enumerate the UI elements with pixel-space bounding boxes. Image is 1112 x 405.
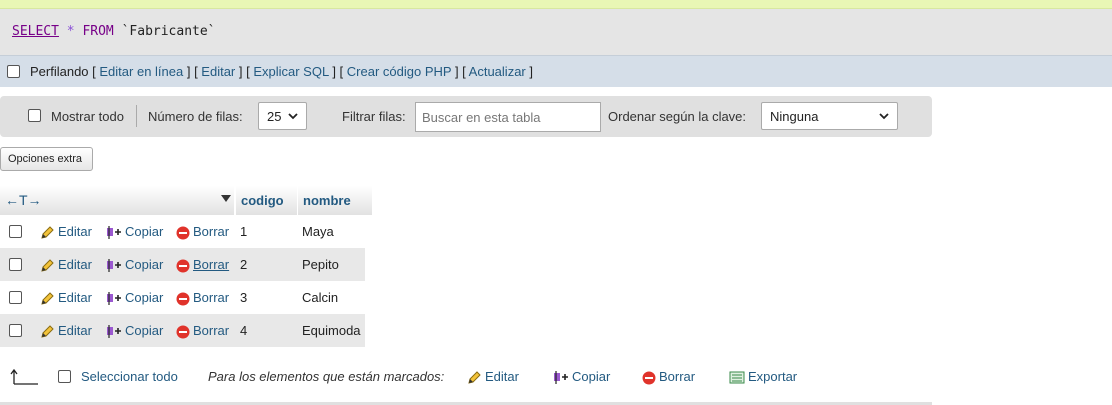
cell-nombre: Maya — [302, 224, 334, 239]
cell-nombre: Calcin — [302, 290, 339, 305]
bulk-copy-button[interactable]: Copiar — [553, 369, 610, 385]
sql-select-keyword[interactable]: SELECT — [12, 24, 59, 39]
cell-codigo: 4 — [240, 323, 248, 338]
with-selected-label: Para los elementos que están marcados: — [208, 369, 445, 384]
copy-icon — [107, 292, 121, 306]
link-explain-sql[interactable]: Explicar SQL — [253, 64, 328, 79]
show-all-label: Mostrar todo — [51, 109, 124, 124]
column-header-nombre[interactable]: nombre — [297, 186, 372, 215]
sql-query: SELECT * FROM `Fabricante` — [12, 24, 216, 39]
show-all-checkbox[interactable] — [28, 109, 41, 122]
column-arrows-icon[interactable]: ←T→ — [5, 192, 42, 208]
arrow-up-icon — [10, 368, 38, 385]
row-delete-link[interactable]: Borrar — [176, 257, 229, 273]
cell-nombre: Equimoda — [302, 323, 361, 338]
copy-icon — [107, 325, 121, 339]
select-all-checkbox[interactable] — [58, 370, 71, 383]
row-checkbox[interactable] — [9, 324, 22, 337]
pencil-icon — [41, 226, 54, 239]
row-edit-link[interactable]: Editar — [40, 257, 92, 273]
profiling-bar: Perfilando [ Editar en línea ] [ Editar … — [0, 55, 1112, 87]
row-checkbox[interactable] — [9, 258, 22, 271]
rows-label: Número de filas: — [148, 109, 243, 124]
link-edit[interactable]: Editar — [201, 64, 235, 79]
pencil-icon — [41, 325, 54, 338]
bulk-delete-button[interactable]: Borrar — [642, 369, 695, 385]
row-checkbox[interactable] — [9, 225, 22, 238]
link-create-php[interactable]: Crear código PHP — [347, 64, 452, 79]
copy-icon — [554, 371, 568, 385]
filter-label: Filtrar filas: — [342, 109, 406, 124]
extra-options-button[interactable]: Opciones extra — [0, 147, 93, 171]
row-edit-link[interactable]: Editar — [40, 290, 92, 306]
row-delete-link[interactable]: Borrar — [176, 290, 229, 306]
navigation-panel: Mostrar todo Número de filas: 25 Filtrar… — [0, 96, 932, 137]
copy-icon — [107, 226, 121, 240]
profiling-checkbox[interactable] — [7, 65, 20, 78]
delete-icon — [642, 371, 656, 385]
rows-select[interactable]: 25 — [258, 102, 307, 130]
bulk-edit-button[interactable]: Editar — [467, 369, 519, 385]
sort-select-value: Ninguna — [770, 109, 819, 124]
row-copy-link[interactable]: Copiar — [106, 290, 163, 306]
header-actions-cell: ←T→ — [0, 186, 234, 215]
delete-icon — [176, 292, 190, 306]
bulk-export-button[interactable]: Exportar — [729, 369, 797, 385]
delete-icon — [176, 259, 190, 273]
sort-dropdown-icon[interactable] — [221, 195, 231, 202]
table-row: Editar Copiar Borrar 2 Pepito — [0, 248, 365, 281]
sql-star: * — [66, 24, 75, 39]
select-all-label[interactable]: Seleccionar todo — [81, 369, 178, 384]
sort-select[interactable]: Ninguna — [761, 102, 898, 130]
column-header-codigo[interactable]: codigo — [235, 186, 297, 215]
row-copy-link[interactable]: Copiar — [106, 257, 163, 273]
bulk-actions-bar: Seleccionar todo Para los elementos que … — [0, 360, 932, 394]
link-refresh[interactable]: Actualizar — [469, 64, 526, 79]
row-edit-link[interactable]: Editar — [40, 224, 92, 240]
sql-from-keyword: FROM — [82, 24, 114, 39]
message-strip — [0, 0, 1112, 9]
pencil-icon — [41, 292, 54, 305]
pencil-icon — [41, 259, 54, 272]
cell-codigo: 3 — [240, 290, 248, 305]
sql-query-box: SELECT * FROM `Fabricante` — [0, 9, 1112, 55]
table-row: Editar Copiar Borrar 3 Calcin — [0, 281, 365, 314]
cell-codigo: 1 — [240, 224, 248, 239]
table-row: Editar Copiar Borrar 4 Equimoda — [0, 314, 365, 347]
copy-icon — [107, 259, 121, 273]
cell-nombre: Pepito — [302, 257, 339, 272]
export-icon — [729, 371, 745, 384]
row-delete-link[interactable]: Borrar — [176, 323, 229, 339]
profiling-links: Perfilando [ Editar en línea ] [ Editar … — [30, 64, 533, 79]
table-row: Editar Copiar Borrar 1 Maya — [0, 215, 365, 248]
row-checkbox[interactable] — [9, 291, 22, 304]
sort-label: Ordenar según la clave: — [608, 109, 747, 124]
divider — [136, 105, 137, 127]
row-edit-link[interactable]: Editar — [40, 323, 92, 339]
delete-icon — [176, 226, 190, 240]
cell-codigo: 2 — [240, 257, 248, 272]
link-inline-edit[interactable]: Editar en línea — [99, 64, 183, 79]
rows-select-value: 25 — [267, 109, 282, 124]
pencil-icon — [468, 371, 481, 384]
search-input[interactable]: Buscar en esta tabla — [415, 102, 601, 132]
profiling-label: Perfilando — [30, 64, 89, 79]
chevron-down-icon — [288, 113, 298, 120]
row-copy-link[interactable]: Copiar — [106, 323, 163, 339]
chevron-down-icon — [879, 113, 889, 120]
delete-icon — [176, 325, 190, 339]
sql-table-name: `Fabricante` — [121, 24, 216, 39]
row-delete-link[interactable]: Borrar — [176, 224, 229, 240]
row-copy-link[interactable]: Copiar — [106, 224, 163, 240]
